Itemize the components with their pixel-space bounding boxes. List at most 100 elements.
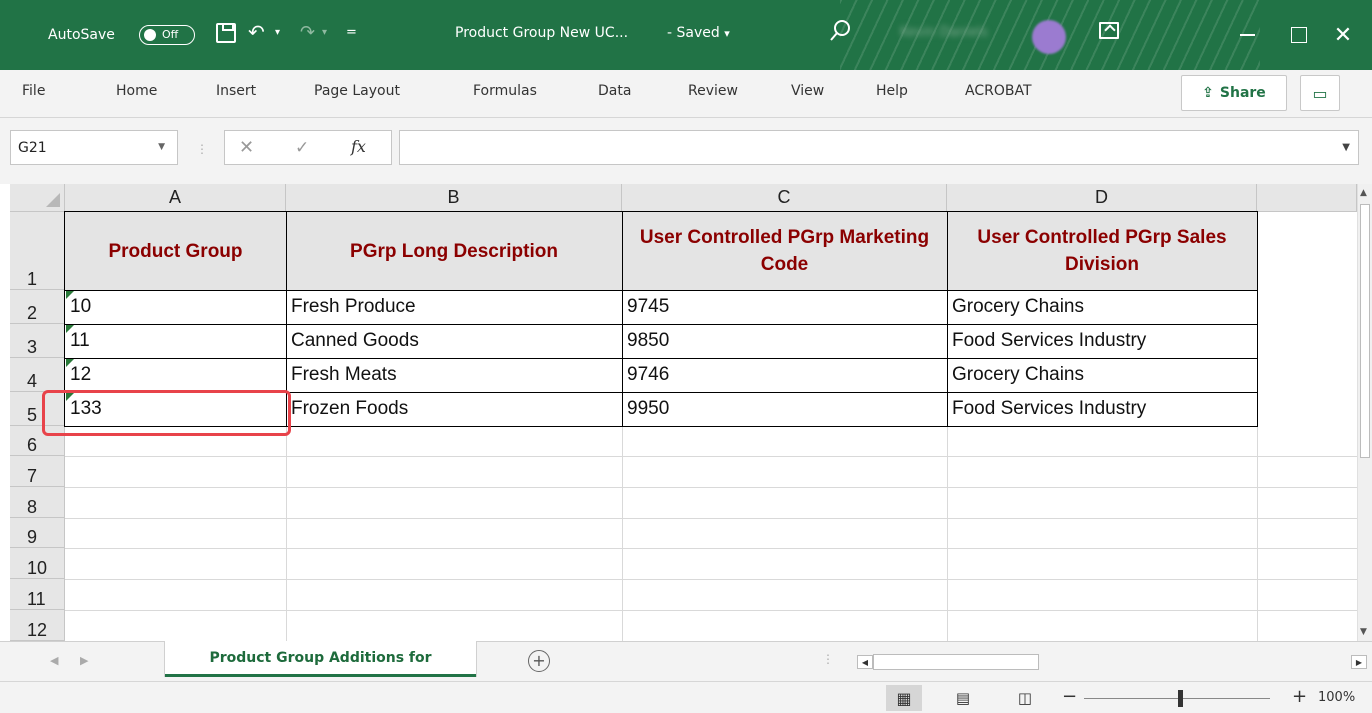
customize-toolbar-icon[interactable]: = [346, 25, 357, 40]
cell-a4[interactable]: 12 [65, 358, 286, 392]
undo-icon[interactable]: ↶ [248, 20, 265, 44]
tab-review[interactable]: Review [688, 83, 738, 99]
zoom-out-button[interactable]: − [1062, 686, 1077, 707]
cell-b5[interactable]: Frozen Foods [286, 392, 622, 426]
tab-split-handle[interactable]: ⋮ [822, 652, 834, 666]
row-header-2[interactable]: 2 [10, 290, 65, 324]
row-header-4[interactable]: 4 [10, 358, 65, 392]
cell-d5[interactable]: Food Services Industry [947, 392, 1257, 426]
number-as-text-indicator[interactable] [66, 325, 74, 333]
cancel-icon[interactable]: ✕ [239, 137, 254, 158]
formula-bar-splitter[interactable]: ⋮ [196, 142, 208, 156]
cell-d2[interactable]: Grocery Chains [947, 290, 1257, 324]
cell-b2[interactable]: Fresh Produce [286, 290, 622, 324]
page-break-preview-icon[interactable]: ◫ [1012, 685, 1038, 711]
row-header-1[interactable]: 1 [10, 212, 65, 290]
cell-b1[interactable]: PGrp Long Description [286, 212, 622, 290]
expand-formula-bar-icon[interactable]: ▼ [1342, 142, 1350, 153]
tab-data[interactable]: Data [598, 83, 631, 99]
save-icon[interactable] [216, 23, 236, 43]
row-header-9[interactable]: 9 [10, 518, 65, 548]
tab-view[interactable]: View [791, 83, 824, 99]
page-layout-view-icon[interactable]: ▤ [950, 685, 976, 711]
cell-d4[interactable]: Grocery Chains [947, 358, 1257, 392]
row-header-10[interactable]: 10 [10, 548, 65, 579]
row-header-8[interactable]: 8 [10, 487, 65, 518]
search-icon[interactable] [827, 17, 853, 47]
cell-c5[interactable]: 9950 [622, 392, 947, 426]
user-name[interactable]: Kevin Daniels [900, 25, 988, 40]
name-box[interactable]: G21 ▼ [10, 130, 178, 165]
scroll-right-icon[interactable]: ▶ [1351, 655, 1367, 669]
column-header-c[interactable]: C [622, 184, 947, 212]
column-header-d[interactable]: D [947, 184, 1257, 212]
zoom-in-button[interactable]: + [1292, 686, 1307, 707]
autosave-label: AutoSave [48, 27, 115, 43]
previous-sheet-icon[interactable]: ◀ [50, 654, 58, 667]
avatar[interactable] [1032, 20, 1066, 54]
tab-insert[interactable]: Insert [216, 83, 256, 99]
undo-dropdown-icon[interactable]: ▾ [275, 27, 280, 38]
cell-b4[interactable]: Fresh Meats [286, 358, 622, 392]
scroll-down-icon[interactable]: ▼ [1360, 627, 1367, 637]
redo-dropdown-icon[interactable]: ▾ [322, 27, 327, 38]
scroll-thumb[interactable] [1360, 204, 1370, 458]
vertical-scrollbar[interactable]: ▲ ▼ [1357, 184, 1372, 641]
cell-d3[interactable]: Food Services Industry [947, 324, 1257, 358]
close-button[interactable]: ✕ [1330, 22, 1356, 48]
sheet-tab-active[interactable]: Product Group Additions for [165, 641, 476, 677]
tab-home[interactable]: Home [116, 83, 157, 99]
row-header-3[interactable]: 3 [10, 324, 65, 358]
scroll-up-icon[interactable]: ▲ [1360, 188, 1367, 198]
normal-view-icon[interactable]: ▦ [886, 685, 922, 711]
share-button[interactable]: ⇪ Share [1181, 75, 1287, 111]
tab-help[interactable]: Help [876, 83, 908, 99]
row-header-11[interactable]: 11 [10, 579, 65, 610]
redo-icon[interactable]: ↷ [300, 22, 315, 43]
zoom-slider[interactable] [1084, 698, 1270, 699]
insert-function-icon[interactable]: fx [351, 137, 366, 156]
column-header-b[interactable]: B [286, 184, 622, 212]
row-header-12[interactable]: 12 [10, 610, 65, 641]
gridline [65, 518, 1357, 519]
row-header-7[interactable]: 7 [10, 456, 65, 487]
cell-c3[interactable]: 9850 [622, 324, 947, 358]
scroll-left-icon[interactable]: ◀ [857, 655, 873, 669]
zoom-level[interactable]: 100% [1318, 690, 1355, 705]
minimize-button[interactable] [1236, 22, 1260, 46]
worksheet-grid[interactable]: A B C D 1 2 3 4 5 6 7 8 9 10 11 12 Produ… [0, 184, 1372, 641]
next-sheet-icon[interactable]: ▶ [80, 654, 88, 667]
cell-c1[interactable]: User Controlled PGrp Marketing Code [622, 212, 947, 290]
saved-status-text: - Saved [667, 25, 720, 41]
enter-icon[interactable]: ✓ [295, 138, 309, 158]
formula-tools: ✕ ✓ fx [224, 130, 392, 165]
document-title[interactable]: Product Group New UC... [455, 25, 628, 41]
cell-d1[interactable]: User Controlled PGrp Sales Division [947, 212, 1257, 290]
horizontal-scrollbar[interactable]: ◀ ▶ [855, 654, 1367, 671]
cell-c2[interactable]: 9745 [622, 290, 947, 324]
tab-page-layout[interactable]: Page Layout [314, 83, 400, 99]
cell-a3[interactable]: 11 [65, 324, 286, 358]
cell-a2[interactable]: 10 [65, 290, 286, 324]
autosave-toggle[interactable]: Off [139, 25, 195, 45]
ribbon-display-options-icon[interactable] [1099, 22, 1119, 39]
tab-file[interactable]: File [22, 83, 45, 99]
tab-acrobat[interactable]: ACROBAT [965, 83, 1032, 99]
tab-formulas[interactable]: Formulas [473, 83, 537, 99]
cell-a1[interactable]: Product Group [65, 212, 286, 290]
add-sheet-button[interactable]: + [528, 650, 550, 672]
maximize-button[interactable] [1286, 22, 1310, 46]
select-all-corner[interactable] [10, 184, 65, 212]
formula-input[interactable]: ▼ [399, 130, 1359, 165]
column-header-a[interactable]: A [65, 184, 286, 212]
cell-c4[interactable]: 9746 [622, 358, 947, 392]
horizontal-scroll-thumb[interactable] [873, 654, 1039, 670]
cell-b3[interactable]: Canned Goods [286, 324, 622, 358]
saved-status[interactable]: - Saved ▾ [667, 25, 730, 41]
comments-button[interactable]: ▭ [1300, 75, 1340, 111]
zoom-slider-thumb[interactable] [1178, 690, 1183, 707]
number-as-text-indicator[interactable] [66, 291, 74, 299]
chevron-down-icon[interactable]: ▼ [158, 142, 165, 152]
number-as-text-indicator[interactable] [66, 359, 74, 367]
column-header-e[interactable] [1257, 184, 1357, 212]
